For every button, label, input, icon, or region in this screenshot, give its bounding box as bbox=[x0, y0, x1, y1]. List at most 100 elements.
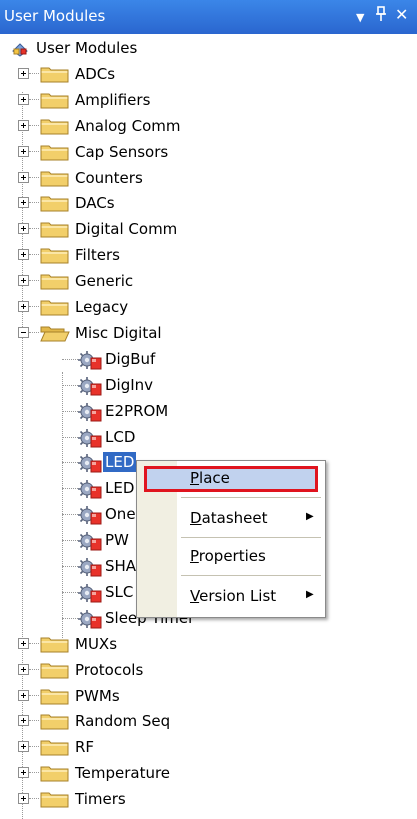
tree-branch-line bbox=[29, 254, 39, 256]
expand-toggle-icon[interactable] bbox=[18, 67, 29, 79]
tree-branch-line bbox=[29, 228, 39, 230]
folder-icon bbox=[40, 712, 70, 730]
tree-module-label: SHA bbox=[105, 557, 137, 575]
expand-toggle-icon[interactable] bbox=[18, 171, 29, 183]
menu-separator bbox=[181, 537, 321, 538]
user-module-icon bbox=[76, 400, 102, 422]
open-folder-icon bbox=[40, 324, 70, 342]
tree-folder-item[interactable]: Analog Comm bbox=[0, 113, 417, 139]
expand-toggle-icon[interactable] bbox=[18, 663, 29, 675]
tree-folder-label: Counters bbox=[75, 168, 143, 187]
expand-toggle-icon[interactable] bbox=[18, 145, 29, 157]
tree-branch-line bbox=[29, 150, 39, 152]
tree-branch-line bbox=[29, 202, 39, 204]
tree-root-user-modules[interactable]: User Modules bbox=[0, 35, 417, 61]
tree-branch-line bbox=[29, 798, 39, 800]
tree-folder-item[interactable]: Temperature bbox=[0, 760, 417, 786]
user-modules-icon bbox=[11, 41, 29, 57]
menu-item-datasheet[interactable]: Datasheet ▶ bbox=[138, 504, 324, 532]
folder-icon bbox=[40, 246, 70, 264]
tree-folder-item[interactable]: ADCs bbox=[0, 61, 417, 87]
menu-item-place[interactable]: Place bbox=[138, 464, 324, 492]
tree-branch-line bbox=[29, 124, 39, 126]
tree-folder-label: ADCs bbox=[75, 64, 116, 83]
expand-toggle-icon[interactable] bbox=[18, 793, 29, 805]
user-module-icon bbox=[76, 477, 102, 499]
tree-branch-line bbox=[29, 642, 39, 644]
tree-folder-item[interactable]: Protocols bbox=[0, 657, 417, 683]
tree-folder-item[interactable]: Counters bbox=[0, 165, 417, 191]
folder-icon bbox=[40, 272, 70, 290]
tree-folder-misc-digital[interactable]: Misc Digital bbox=[0, 320, 417, 346]
menu-label-rest: ersion List bbox=[199, 587, 277, 605]
menu-item-properties[interactable]: Properties bbox=[138, 542, 324, 570]
collapse-toggle-icon[interactable] bbox=[18, 326, 29, 338]
tree-module-label: LED bbox=[105, 479, 135, 498]
expand-toggle-icon[interactable] bbox=[18, 301, 29, 312]
menu-item-label: Datasheet bbox=[190, 509, 268, 527]
expand-toggle-icon[interactable] bbox=[18, 741, 29, 753]
tree-folder-label: Legacy bbox=[75, 298, 129, 316]
tree-folder-item[interactable]: Random Seq bbox=[0, 708, 417, 734]
tree-folder-item[interactable]: Filters bbox=[0, 242, 417, 268]
submenu-arrow-icon: ▶ bbox=[306, 589, 314, 600]
user-module-icon bbox=[76, 607, 102, 629]
tree-folder-item[interactable]: Amplifiers bbox=[0, 87, 417, 113]
tree-branch-line bbox=[29, 694, 39, 696]
tree-module-label: LED bbox=[103, 452, 137, 473]
tree-folder-item[interactable]: PWMs bbox=[0, 683, 417, 709]
expand-toggle-icon[interactable] bbox=[18, 93, 29, 105]
menu-item-label: Version List bbox=[190, 587, 276, 605]
expand-toggle-icon[interactable] bbox=[18, 767, 29, 779]
menu-label-rest: atasheet bbox=[201, 509, 268, 527]
menu-item-label: Properties bbox=[190, 547, 266, 565]
tree-module-item[interactable]: DigInv bbox=[0, 372, 417, 398]
menu-label-rest: lace bbox=[199, 469, 230, 487]
panel-title: User Modules bbox=[4, 7, 106, 25]
tree-module-label: LCD bbox=[105, 427, 136, 446]
expand-toggle-icon[interactable] bbox=[18, 275, 29, 287]
close-icon[interactable]: ✕ bbox=[395, 6, 408, 24]
tree-folder-item[interactable]: Cap Sensors bbox=[0, 139, 417, 165]
menu-item-version-list[interactable]: Version List ▶ bbox=[138, 582, 324, 610]
tree-folder-item[interactable]: MUXs bbox=[0, 631, 417, 657]
user-module-icon bbox=[76, 503, 102, 525]
user-module-icon bbox=[76, 374, 102, 396]
user-module-icon bbox=[76, 555, 102, 577]
expand-toggle-icon[interactable] bbox=[18, 689, 29, 701]
tree-folder-item[interactable]: Generic bbox=[0, 268, 417, 294]
tree-folder-item[interactable]: DACs bbox=[0, 190, 417, 216]
tree-module-item[interactable]: E2PROM bbox=[0, 398, 417, 424]
menu-mnemonic: P bbox=[190, 547, 199, 565]
tree-module-item[interactable]: DigBuf bbox=[0, 346, 417, 372]
window-position-dropdown-icon[interactable]: ▼ bbox=[356, 9, 364, 27]
tree-folder-label: MUXs bbox=[75, 634, 118, 653]
tree-folder-label: Cap Sensors bbox=[75, 142, 169, 161]
tree-folder-item[interactable]: Digital Comm bbox=[0, 216, 417, 242]
folder-icon bbox=[40, 169, 70, 187]
tree-module-label: SLC bbox=[105, 582, 134, 601]
menu-mnemonic: V bbox=[190, 587, 200, 605]
tree-root-label: User Modules bbox=[36, 39, 138, 57]
tree-branch-line bbox=[29, 280, 39, 282]
menu-mnemonic: D bbox=[190, 509, 202, 527]
tree-folder-item[interactable]: Legacy bbox=[0, 294, 417, 320]
tree-folder-item[interactable]: Timers bbox=[0, 786, 417, 812]
tree-folder-label: Misc Digital bbox=[75, 323, 162, 342]
folder-icon bbox=[40, 687, 70, 705]
tree-module-item[interactable]: LCD bbox=[0, 424, 417, 450]
user-module-icon bbox=[76, 426, 102, 448]
expand-toggle-icon[interactable] bbox=[18, 119, 29, 131]
tree-branch-line bbox=[29, 176, 39, 178]
expand-toggle-icon[interactable] bbox=[18, 637, 29, 649]
expand-toggle-icon[interactable] bbox=[18, 197, 29, 209]
expand-toggle-icon[interactable] bbox=[18, 715, 29, 727]
tree-module-label: One bbox=[105, 505, 136, 524]
auto-hide-pin-icon[interactable] bbox=[374, 6, 388, 27]
tree-folder-label: Temperature bbox=[75, 764, 171, 783]
expand-toggle-icon[interactable] bbox=[18, 249, 29, 261]
tree-folder-item[interactable]: RF bbox=[0, 734, 417, 760]
tree-module-label: E2PROM bbox=[105, 401, 169, 420]
expand-toggle-icon[interactable] bbox=[18, 223, 29, 235]
tree-folder-label: Amplifiers bbox=[75, 90, 151, 109]
